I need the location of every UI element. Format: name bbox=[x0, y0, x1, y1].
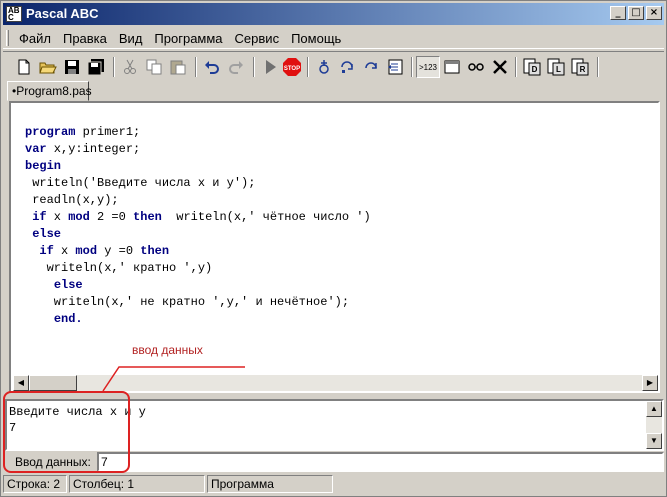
status-line: Строка: 2 bbox=[3, 475, 67, 493]
code-line: readln(x,y); bbox=[25, 193, 119, 207]
status-bar: Строка: 2 Столбец: 1 Программа выполняет… bbox=[3, 474, 664, 497]
toolbar-separator bbox=[113, 57, 115, 77]
toolbar-separator bbox=[307, 57, 309, 77]
toolbar-separator bbox=[597, 57, 599, 77]
vertical-scrollbar[interactable]: ▲ ▼ bbox=[646, 401, 662, 449]
toolbar-separator bbox=[411, 57, 413, 77]
new-file-icon[interactable] bbox=[13, 56, 35, 78]
redo-icon[interactable] bbox=[225, 56, 247, 78]
watch-icon[interactable] bbox=[465, 56, 487, 78]
format-r-icon[interactable]: R bbox=[569, 56, 591, 78]
horizontal-scrollbar[interactable]: ◀ ▶ bbox=[13, 375, 658, 391]
save-icon[interactable] bbox=[61, 56, 83, 78]
code-editor[interactable]: program primer1; var x,y:integer; begin wr… bbox=[9, 101, 660, 393]
step-over-icon[interactable] bbox=[337, 56, 359, 78]
output-panel: Введите числа x и y 7 ▲ ▼ bbox=[5, 399, 664, 451]
scroll-down-icon[interactable]: ▼ bbox=[646, 433, 662, 449]
toolbar-separator bbox=[515, 57, 517, 77]
input-row: Ввод данных: 7 bbox=[5, 452, 664, 472]
toolbar-separator bbox=[195, 57, 197, 77]
output-counter-button[interactable]: >123 bbox=[416, 56, 440, 78]
menu-item[interactable]: Правка bbox=[57, 31, 113, 46]
app-icon: AB C bbox=[6, 6, 22, 22]
output-text: Введите числа x и y 7 bbox=[9, 404, 146, 436]
menu-item[interactable]: Программа bbox=[148, 31, 228, 46]
code-line: program primer1; bbox=[25, 125, 141, 139]
menu-item[interactable]: Файл bbox=[13, 31, 57, 46]
tab-program8[interactable]: •Program8.pas bbox=[7, 81, 92, 101]
code-line: if x mod 2 =0 then writeln(x,' чётное чи… bbox=[32, 210, 371, 224]
svg-text:L: L bbox=[556, 65, 561, 74]
code-line: begin bbox=[25, 159, 62, 173]
menu-item[interactable]: Вид bbox=[113, 31, 149, 46]
output-line: Введите числа x и y bbox=[9, 405, 146, 419]
scroll-up-icon[interactable]: ▲ bbox=[646, 401, 662, 417]
step-into-icon[interactable] bbox=[313, 56, 335, 78]
main-window: AB C Pascal ABC _ □ × Файл Правка Вид Програ… bbox=[0, 0, 667, 497]
run-to-cursor-icon[interactable] bbox=[385, 56, 407, 78]
delete-icon[interactable] bbox=[489, 56, 511, 78]
code-line: if x mod y =0 then bbox=[39, 244, 170, 258]
save-all-icon[interactable] bbox=[85, 56, 107, 78]
status-column: Столбец: 1 bbox=[69, 475, 205, 493]
toolbar-separator bbox=[253, 57, 255, 77]
maximize-button[interactable]: □ bbox=[628, 6, 644, 20]
cut-icon[interactable] bbox=[119, 56, 141, 78]
code-line: else bbox=[32, 227, 62, 241]
output-line: 7 bbox=[9, 421, 17, 435]
run-icon[interactable] bbox=[259, 56, 281, 78]
status-message: Программа выполняется bbox=[207, 475, 333, 497]
window-icon[interactable] bbox=[441, 56, 463, 78]
svg-text:D: D bbox=[532, 65, 538, 74]
code-line: var x,y:integer; bbox=[25, 142, 141, 156]
svg-text:STOP: STOP bbox=[284, 66, 300, 72]
menu-item[interactable]: Сервис bbox=[229, 31, 286, 46]
code-line: writeln(x,' не кратно ',y,' и нечётное')… bbox=[25, 295, 350, 309]
menu-bar: Файл Правка Вид Программа Сервис Помощь bbox=[3, 27, 664, 49]
code-line: writeln('Введите числа x и y'); bbox=[25, 176, 256, 190]
svg-text:R: R bbox=[580, 65, 586, 74]
code-line: else bbox=[53, 278, 83, 292]
open-folder-icon[interactable] bbox=[37, 56, 59, 78]
toolbar: STOP >123 D L R bbox=[3, 51, 664, 81]
annotation-label: ввод данных bbox=[132, 343, 203, 357]
step-out-icon[interactable] bbox=[361, 56, 383, 78]
format-l-icon[interactable]: L bbox=[545, 56, 567, 78]
title-bar: AB C Pascal ABC _ □ × bbox=[3, 3, 664, 25]
menu-grip bbox=[6, 30, 9, 46]
close-button[interactable]: × bbox=[646, 6, 662, 20]
data-input-field[interactable]: 7 bbox=[97, 452, 664, 472]
scroll-left-icon[interactable]: ◀ bbox=[13, 375, 29, 391]
copy-icon[interactable] bbox=[143, 56, 165, 78]
menu-item[interactable]: Помощь bbox=[285, 31, 347, 46]
undo-icon[interactable] bbox=[201, 56, 223, 78]
scroll-thumb[interactable] bbox=[29, 375, 77, 391]
minimize-button[interactable]: _ bbox=[610, 6, 626, 20]
format-d-icon[interactable]: D bbox=[521, 56, 543, 78]
code-text: program primer1; var x,y:integer; begin wr… bbox=[25, 124, 371, 328]
paste-icon[interactable] bbox=[167, 56, 189, 78]
input-label: Ввод данных: bbox=[15, 455, 91, 469]
stop-icon[interactable]: STOP bbox=[281, 56, 303, 78]
code-line: end. bbox=[53, 312, 83, 326]
scroll-right-icon[interactable]: ▶ bbox=[642, 375, 658, 391]
window-title: Pascal ABC bbox=[26, 6, 99, 21]
code-line: writeln(x,' кратно ',y) bbox=[25, 261, 213, 275]
